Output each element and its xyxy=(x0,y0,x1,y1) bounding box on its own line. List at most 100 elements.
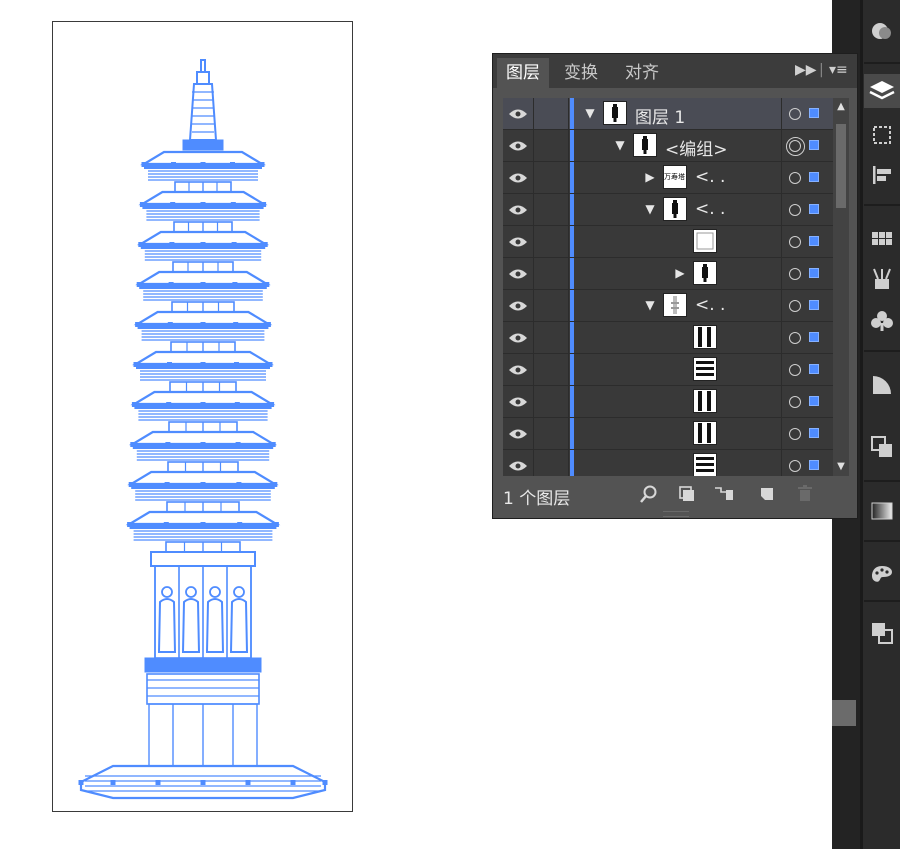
disclosure-closed-icon[interactable]: ▶ xyxy=(673,266,687,280)
layer-row[interactable] xyxy=(503,450,833,476)
target-circle-icon[interactable] xyxy=(789,460,801,472)
visibility-eye-icon[interactable] xyxy=(503,386,533,417)
dock-grip[interactable] xyxy=(860,0,863,849)
disclosure-open-icon[interactable]: ▼ xyxy=(613,138,627,152)
selection-indicator[interactable] xyxy=(809,460,819,470)
visibility-eye-icon[interactable] xyxy=(503,194,533,225)
scroll-up-icon[interactable]: ▲ xyxy=(836,102,846,112)
visibility-eye-icon[interactable] xyxy=(503,162,533,193)
layer-row[interactable]: ▼ 图层 1 xyxy=(503,98,833,130)
layer-row[interactable] xyxy=(503,418,833,450)
color-palette-icon[interactable] xyxy=(864,558,900,592)
tab-align[interactable]: 对齐 xyxy=(616,58,668,88)
pathfinder-icon[interactable] xyxy=(864,616,900,650)
collapse-panel-icon[interactable]: ▶▶ xyxy=(795,62,817,78)
visibility-eye-icon[interactable] xyxy=(503,418,533,449)
lock-toggle[interactable] xyxy=(533,98,569,129)
target-circle-icon[interactable] xyxy=(789,172,801,184)
selection-indicator[interactable] xyxy=(809,108,819,118)
pagoda-artwork[interactable] xyxy=(53,22,354,813)
selection-indicator[interactable] xyxy=(809,396,819,406)
layers-scrollbar[interactable]: ▲ ▼ xyxy=(833,98,849,476)
lock-toggle[interactable] xyxy=(533,290,569,321)
target-circle-icon[interactable] xyxy=(786,137,805,156)
tab-layers[interactable]: 图层 xyxy=(497,58,549,88)
gradient-swatch-icon[interactable] xyxy=(864,494,900,528)
visibility-eye-icon[interactable] xyxy=(503,98,533,129)
visibility-eye-icon[interactable] xyxy=(503,322,533,353)
disclosure-open-icon[interactable]: ▼ xyxy=(583,106,597,120)
layer-row[interactable]: ▼ <编组> xyxy=(503,130,833,162)
scrollbar-thumb[interactable] xyxy=(836,124,846,208)
lock-toggle[interactable] xyxy=(533,194,569,225)
layer-row[interactable]: ▼ <. . xyxy=(503,194,833,226)
visibility-eye-icon[interactable] xyxy=(503,258,533,289)
brushes-icon[interactable] xyxy=(864,262,900,296)
layer-row[interactable] xyxy=(503,226,833,258)
visibility-eye-icon[interactable] xyxy=(503,226,533,257)
layer-name[interactable]: <. . xyxy=(695,167,725,187)
scroll-down-icon[interactable]: ▼ xyxy=(836,462,846,472)
gradient-icon[interactable] xyxy=(864,368,900,402)
selection-indicator[interactable] xyxy=(809,172,819,182)
align-icon[interactable] xyxy=(864,158,900,192)
lock-toggle[interactable] xyxy=(533,354,569,385)
create-sublayer-icon[interactable] xyxy=(713,484,733,504)
layer-row[interactable] xyxy=(503,386,833,418)
make-clipping-mask-icon[interactable] xyxy=(677,484,697,504)
layer-row[interactable] xyxy=(503,322,833,354)
disclosure-open-icon[interactable]: ▼ xyxy=(643,202,657,216)
lock-toggle[interactable] xyxy=(533,226,569,257)
panel-menu-icon[interactable]: ▾≡ xyxy=(829,62,848,78)
target-circle-icon[interactable] xyxy=(789,204,801,216)
layer-row[interactable]: ▼ <. . xyxy=(503,290,833,322)
layer-name[interactable]: 图层 1 xyxy=(635,103,685,128)
create-new-layer-icon[interactable] xyxy=(757,484,777,504)
visibility-eye-icon[interactable] xyxy=(503,450,533,476)
target-circle-icon[interactable] xyxy=(789,364,801,376)
target-circle-icon[interactable] xyxy=(789,300,801,312)
dock-scrollbar-thumb[interactable] xyxy=(832,700,856,726)
panel-resize-grip[interactable] xyxy=(663,511,689,517)
target-circle-icon[interactable] xyxy=(789,428,801,440)
lock-toggle[interactable] xyxy=(533,418,569,449)
selection-indicator[interactable] xyxy=(809,140,819,150)
lock-toggle[interactable] xyxy=(533,450,569,476)
visibility-eye-icon[interactable] xyxy=(503,354,533,385)
selection-indicator[interactable] xyxy=(809,268,819,278)
selection-indicator[interactable] xyxy=(809,428,819,438)
tab-transform[interactable]: 变换 xyxy=(555,58,607,88)
target-circle-icon[interactable] xyxy=(789,332,801,344)
selection-indicator[interactable] xyxy=(809,332,819,342)
lock-toggle[interactable] xyxy=(533,386,569,417)
selection-indicator[interactable] xyxy=(809,236,819,246)
disclosure-closed-icon[interactable]: ▶ xyxy=(643,170,657,184)
transparency-icon[interactable] xyxy=(864,430,900,464)
locate-object-icon[interactable] xyxy=(639,484,659,504)
target-circle-icon[interactable] xyxy=(789,396,801,408)
symbols-icon[interactable] xyxy=(864,304,900,338)
selection-indicator[interactable] xyxy=(809,364,819,374)
swatches-icon[interactable] xyxy=(864,222,900,256)
artboards-icon[interactable] xyxy=(864,118,900,152)
visibility-eye-icon[interactable] xyxy=(503,130,533,161)
selection-indicator[interactable] xyxy=(809,204,819,214)
layer-name[interactable]: <编组> xyxy=(665,135,728,160)
target-circle-icon[interactable] xyxy=(789,108,801,120)
layer-name[interactable]: <. . xyxy=(695,295,725,315)
layer-row[interactable] xyxy=(503,354,833,386)
layer-row[interactable]: ▶ 万寿塔 <. . xyxy=(503,162,833,194)
selection-indicator[interactable] xyxy=(809,300,819,310)
target-circle-icon[interactable] xyxy=(789,268,801,280)
lock-toggle[interactable] xyxy=(533,162,569,193)
lock-toggle[interactable] xyxy=(533,258,569,289)
layers-icon[interactable] xyxy=(864,74,900,108)
delete-layer-icon[interactable] xyxy=(795,484,815,504)
appearance-icon[interactable] xyxy=(864,14,900,48)
target-circle-icon[interactable] xyxy=(789,236,801,248)
layer-name[interactable]: <. . xyxy=(695,199,725,219)
lock-toggle[interactable] xyxy=(533,130,569,161)
layer-row[interactable]: ▶ xyxy=(503,258,833,290)
disclosure-open-icon[interactable]: ▼ xyxy=(643,298,657,312)
visibility-eye-icon[interactable] xyxy=(503,290,533,321)
